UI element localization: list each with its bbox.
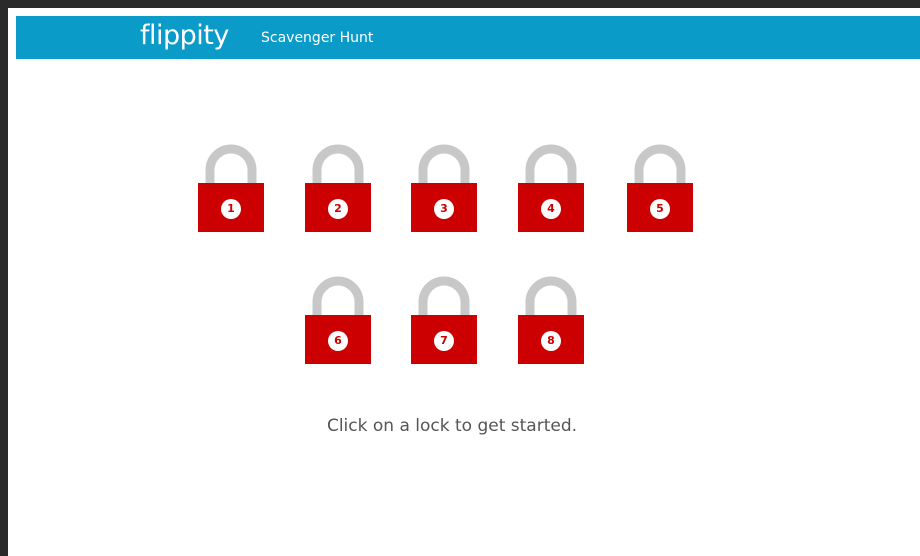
lock-number: 2 xyxy=(328,199,348,219)
lock-number: 8 xyxy=(541,331,561,351)
lock-3[interactable]: 3 xyxy=(411,142,477,234)
padlock-icon xyxy=(411,276,477,364)
lock-number: 1 xyxy=(221,199,241,219)
lock-4[interactable]: 4 xyxy=(518,142,584,234)
padlock-icon xyxy=(305,144,371,232)
padlock-icon xyxy=(518,144,584,232)
lock-number: 7 xyxy=(434,331,454,351)
padlock-icon xyxy=(198,144,264,232)
lock-5[interactable]: 5 xyxy=(627,142,693,234)
lock-number: 5 xyxy=(650,199,670,219)
top-bar: flippity Scavenger Hunt xyxy=(16,16,920,59)
padlock-icon xyxy=(518,276,584,364)
lock-number: 6 xyxy=(328,331,348,351)
lock-number: 3 xyxy=(434,199,454,219)
app-frame: flippity Scavenger Hunt 1 2 3 4 5 6 7 8 … xyxy=(0,0,920,556)
lock-2[interactable]: 2 xyxy=(305,142,371,234)
padlock-icon xyxy=(411,144,477,232)
lock-number: 4 xyxy=(541,199,561,219)
padlock-icon xyxy=(305,276,371,364)
instructions-text: Click on a lock to get started. xyxy=(326,416,578,436)
padlock-icon xyxy=(627,144,693,232)
lock-6[interactable]: 6 xyxy=(305,274,371,366)
lock-8[interactable]: 8 xyxy=(518,274,584,366)
app-title: Scavenger Hunt xyxy=(261,30,374,46)
lock-7[interactable]: 7 xyxy=(411,274,477,366)
lock-1[interactable]: 1 xyxy=(198,142,264,234)
flippity-logo[interactable]: flippity xyxy=(140,20,229,52)
